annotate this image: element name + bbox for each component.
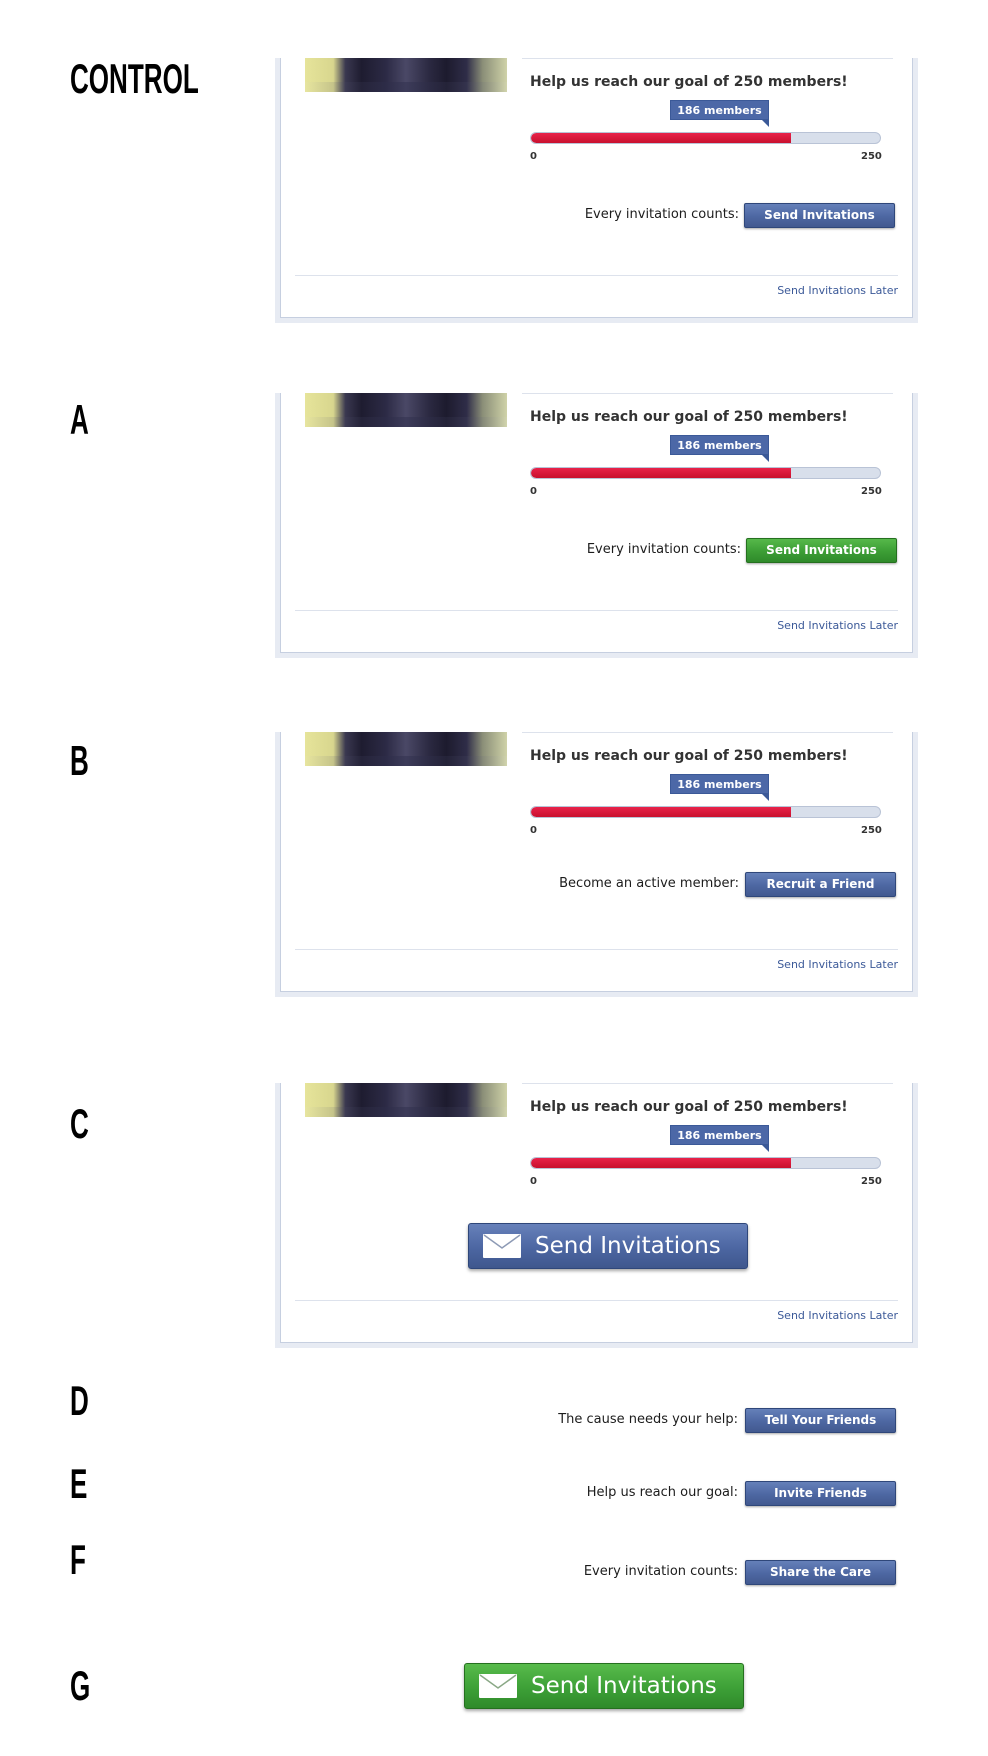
progress-fill bbox=[531, 1158, 791, 1168]
goal-text: Help us reach our goal of 250 members! bbox=[530, 1099, 848, 1115]
invite-friends-button[interactable]: Invite Friends bbox=[745, 1481, 896, 1506]
progress-fill bbox=[531, 133, 791, 143]
cause-photo bbox=[305, 1083, 507, 1117]
divider bbox=[295, 610, 898, 611]
send-invitations-later-link[interactable]: Send Invitations Later bbox=[777, 284, 898, 297]
cta-text: The cause needs your help: bbox=[558, 1412, 738, 1427]
progress-scale-min: 0 bbox=[530, 1176, 537, 1187]
divider bbox=[522, 58, 893, 59]
invite-card-b: Help us reach our goal of 250 members! 1… bbox=[275, 732, 918, 997]
members-badge: 186 members bbox=[670, 100, 769, 127]
variant-label-e: E bbox=[70, 1460, 88, 1507]
members-badge: 186 members bbox=[670, 774, 769, 801]
send-invitations-button[interactable]: Send Invitations bbox=[744, 203, 895, 228]
divider bbox=[522, 732, 893, 733]
progress-fill bbox=[531, 807, 791, 817]
send-invitations-label: Send Invitations bbox=[535, 1233, 721, 1259]
progress-bar bbox=[530, 1157, 881, 1169]
recruit-a-friend-button[interactable]: Recruit a Friend bbox=[745, 872, 896, 897]
send-invitations-later-link[interactable]: Send Invitations Later bbox=[777, 1309, 898, 1322]
divider bbox=[522, 393, 893, 394]
progress-scale-max: 250 bbox=[861, 151, 882, 162]
progress-scale-max: 250 bbox=[861, 486, 882, 497]
members-badge: 186 members bbox=[670, 1125, 769, 1152]
progress-bar bbox=[530, 467, 881, 479]
members-badge: 186 members bbox=[670, 435, 769, 462]
variant-label-c: C bbox=[70, 1100, 89, 1147]
variant-label-b: B bbox=[70, 737, 89, 784]
envelope-icon bbox=[483, 1234, 521, 1258]
divider bbox=[295, 1300, 898, 1301]
variant-label-d: D bbox=[70, 1377, 89, 1424]
envelope-icon bbox=[479, 1674, 517, 1698]
goal-text: Help us reach our goal of 250 members! bbox=[530, 409, 848, 425]
goal-text: Help us reach our goal of 250 members! bbox=[530, 74, 848, 90]
progress-scale-max: 250 bbox=[861, 1176, 882, 1187]
cause-photo bbox=[305, 58, 507, 92]
cta-text: Become an active member: bbox=[559, 876, 739, 891]
progress-scale-min: 0 bbox=[530, 486, 537, 497]
cause-photo bbox=[305, 732, 507, 766]
divider bbox=[295, 275, 898, 276]
invite-card-c: Help us reach our goal of 250 members! 1… bbox=[275, 1083, 918, 1348]
progress-scale-max: 250 bbox=[861, 825, 882, 836]
cta-text: Every invitation counts: bbox=[583, 1564, 738, 1579]
cta-text: Every invitation counts: bbox=[584, 207, 739, 222]
progress-scale-min: 0 bbox=[530, 151, 537, 162]
send-invitations-later-link[interactable]: Send Invitations Later bbox=[777, 958, 898, 971]
send-invitations-big-button[interactable]: Send Invitations bbox=[464, 1663, 744, 1709]
share-the-care-button[interactable]: Share the Care bbox=[745, 1560, 896, 1585]
divider bbox=[522, 1083, 893, 1084]
cta-text: Help us reach our goal: bbox=[586, 1485, 738, 1500]
variant-label-g: G bbox=[70, 1662, 91, 1709]
variant-label-a: A bbox=[70, 396, 89, 443]
variant-label-f: F bbox=[70, 1536, 86, 1583]
progress-scale-min: 0 bbox=[530, 825, 537, 836]
progress-bar bbox=[530, 132, 881, 144]
cta-text: Every invitation counts: bbox=[586, 542, 741, 557]
send-invitations-button[interactable]: Send Invitations bbox=[746, 538, 897, 563]
send-invitations-big-button[interactable]: Send Invitations bbox=[468, 1223, 748, 1269]
goal-text: Help us reach our goal of 250 members! bbox=[530, 748, 848, 764]
invite-card-control: Help us reach our goal of 250 members! 1… bbox=[275, 58, 918, 323]
progress-fill bbox=[531, 468, 791, 478]
divider bbox=[295, 949, 898, 950]
invite-card-a: Help us reach our goal of 250 members! 1… bbox=[275, 393, 918, 658]
variant-label-control: CONTROL bbox=[70, 55, 199, 102]
progress-bar bbox=[530, 806, 881, 818]
tell-your-friends-button[interactable]: Tell Your Friends bbox=[745, 1408, 896, 1433]
send-invitations-label: Send Invitations bbox=[531, 1673, 717, 1699]
send-invitations-later-link[interactable]: Send Invitations Later bbox=[777, 619, 898, 632]
cause-photo bbox=[305, 393, 507, 427]
